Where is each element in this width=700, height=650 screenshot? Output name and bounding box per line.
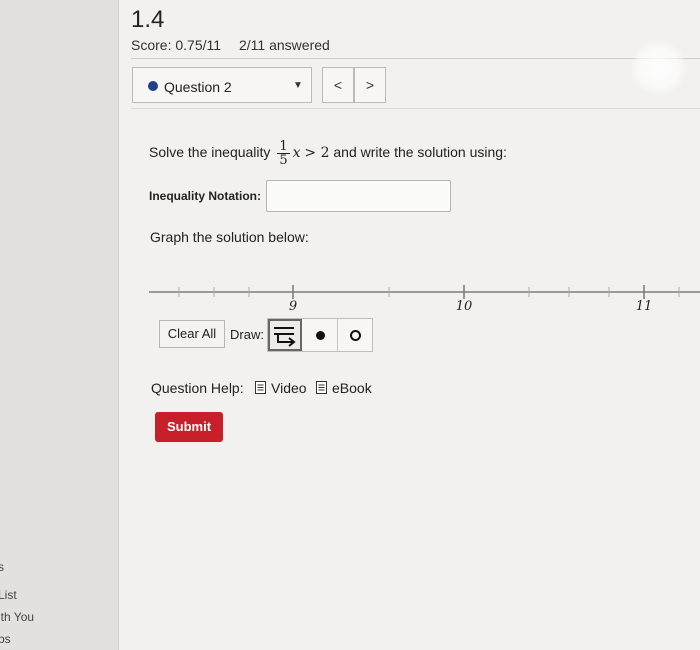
open-dot-tool-button[interactable] — [338, 319, 372, 351]
tick-label-11: 11 — [636, 299, 653, 314]
divider — [131, 58, 700, 59]
sidebar-item-2[interactable]: List — [0, 588, 17, 602]
divider — [131, 108, 700, 109]
number-line[interactable]: 9 10 11 — [119, 278, 700, 318]
score-text: Score: 0.75/11 — [131, 37, 222, 53]
next-question-button[interactable]: > — [354, 67, 386, 103]
inequality-notation-input[interactable] — [266, 180, 451, 212]
section-title: 1.4 — [131, 6, 165, 33]
filled-dot-icon — [316, 331, 325, 340]
problem-statement: Solve the inequality 1 5 x > 2 and write… — [149, 140, 507, 167]
draw-label: Draw: — [230, 327, 264, 342]
prev-question-button[interactable]: < — [322, 67, 354, 103]
draw-toolbar — [267, 318, 373, 352]
video-doc-icon — [255, 381, 266, 394]
open-dot-icon — [350, 330, 361, 341]
sidebar-item-4[interactable]: bs — [0, 632, 11, 646]
main-panel: 1.4 Score: 0.75/11 2/11 answered Questio… — [119, 0, 700, 650]
ray-tool-button[interactable] — [268, 319, 302, 351]
tick-label-9: 9 — [289, 299, 297, 314]
screen-glare — [631, 40, 686, 96]
ray-arrow-icon — [274, 327, 296, 347]
closed-dot-tool-button[interactable] — [302, 319, 338, 351]
graph-prompt: Graph the solution below: — [150, 229, 309, 245]
question-status-dot — [148, 81, 158, 91]
ebook-doc-icon — [316, 381, 327, 394]
sidebar-item-1[interactable]: s — [0, 560, 4, 574]
question-help-label: Question Help: — [151, 380, 244, 396]
answered-count: 2/11 answered — [239, 37, 330, 53]
problem-variable: x — [292, 145, 301, 162]
tick-label-10: 10 — [456, 299, 473, 314]
submit-button[interactable]: Submit — [155, 412, 223, 442]
problem-prefix: Solve the inequality — [149, 144, 271, 161]
sidebar: s List ith You bs — [0, 0, 119, 650]
question-select[interactable]: Question 2 ▼ — [132, 67, 312, 103]
question-select-label: Question 2 — [164, 79, 232, 95]
fraction-denominator: 5 — [279, 153, 288, 168]
fraction: 1 5 — [277, 139, 290, 168]
problem-suffix: and write the solution using: — [333, 144, 507, 161]
video-link[interactable]: Video — [271, 380, 307, 396]
caret-down-icon: ▼ — [293, 80, 303, 91]
fraction-numerator: 1 — [277, 139, 290, 154]
clear-all-button[interactable]: Clear All — [159, 320, 225, 348]
inequality-notation-label: Inequality Notation: — [149, 189, 261, 203]
ebook-link[interactable]: eBook — [332, 380, 372, 396]
problem-relation: > 2 — [304, 145, 330, 162]
sidebar-item-3[interactable]: ith You — [0, 610, 34, 624]
